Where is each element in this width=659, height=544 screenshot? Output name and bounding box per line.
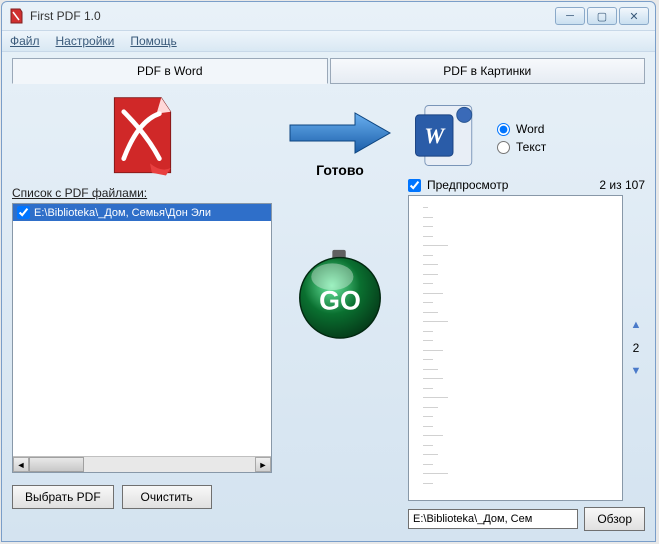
menu-help[interactable]: Помощь	[130, 34, 176, 48]
page-counter: 2 из 107	[599, 178, 645, 192]
arrow-icon	[285, 108, 395, 158]
close-button[interactable]: ✕	[619, 7, 649, 25]
page-down-button[interactable]: ▼	[628, 363, 644, 379]
preview-checkbox[interactable]	[408, 179, 421, 192]
app-icon	[8, 8, 24, 24]
clear-button[interactable]: Очистить	[122, 485, 212, 509]
minimize-button[interactable]: ─	[555, 7, 585, 25]
scroll-thumb[interactable]	[29, 457, 84, 472]
pdf-icon	[105, 93, 180, 178]
menu-file[interactable]: Файл	[10, 34, 40, 48]
maximize-button[interactable]: ▢	[587, 7, 617, 25]
tab-pdf-to-word[interactable]: PDF в Word	[12, 58, 328, 84]
file-item-checkbox[interactable]	[17, 206, 30, 219]
file-list-item[interactable]: E:\Biblioteka\_Дом, Семья\Дон Эли	[13, 204, 271, 221]
file-list[interactable]: E:\Biblioteka\_Дом, Семья\Дон Эли ◄ ►	[12, 203, 272, 473]
preview-box: ———————————————————— ———————————————————…	[408, 195, 623, 501]
horizontal-scrollbar[interactable]: ◄ ►	[13, 456, 271, 472]
browse-button[interactable]: Обзор	[584, 507, 645, 531]
file-list-label: Список с PDF файлами:	[12, 186, 272, 200]
scroll-left-button[interactable]: ◄	[13, 457, 29, 472]
output-path-input[interactable]: E:\Biblioteka\_Дом, Сем	[408, 509, 578, 529]
choose-pdf-button[interactable]: Выбрать PDF	[12, 485, 114, 509]
go-button[interactable]: GO	[294, 248, 386, 344]
format-word-radio[interactable]: Word	[497, 122, 546, 136]
svg-text:W: W	[424, 123, 446, 148]
current-page: 2	[633, 341, 640, 355]
page-up-button[interactable]: ▲	[628, 317, 644, 333]
format-text-radio[interactable]: Текст	[497, 140, 546, 154]
word-icon: W	[408, 98, 483, 173]
menu-settings[interactable]: Настройки	[56, 34, 115, 48]
window-title: First PDF 1.0	[30, 9, 555, 23]
preview-page: ———————————————————— ———————————————————…	[417, 204, 614, 492]
scroll-right-button[interactable]: ►	[255, 457, 271, 472]
file-item-path: E:\Biblioteka\_Дом, Семья\Дон Эли	[34, 207, 211, 219]
svg-text:GO: GO	[319, 285, 361, 315]
tab-pdf-to-images[interactable]: PDF в Картинки	[330, 58, 646, 84]
preview-label: Предпросмотр	[427, 178, 508, 192]
status-text: Готово	[316, 162, 364, 178]
